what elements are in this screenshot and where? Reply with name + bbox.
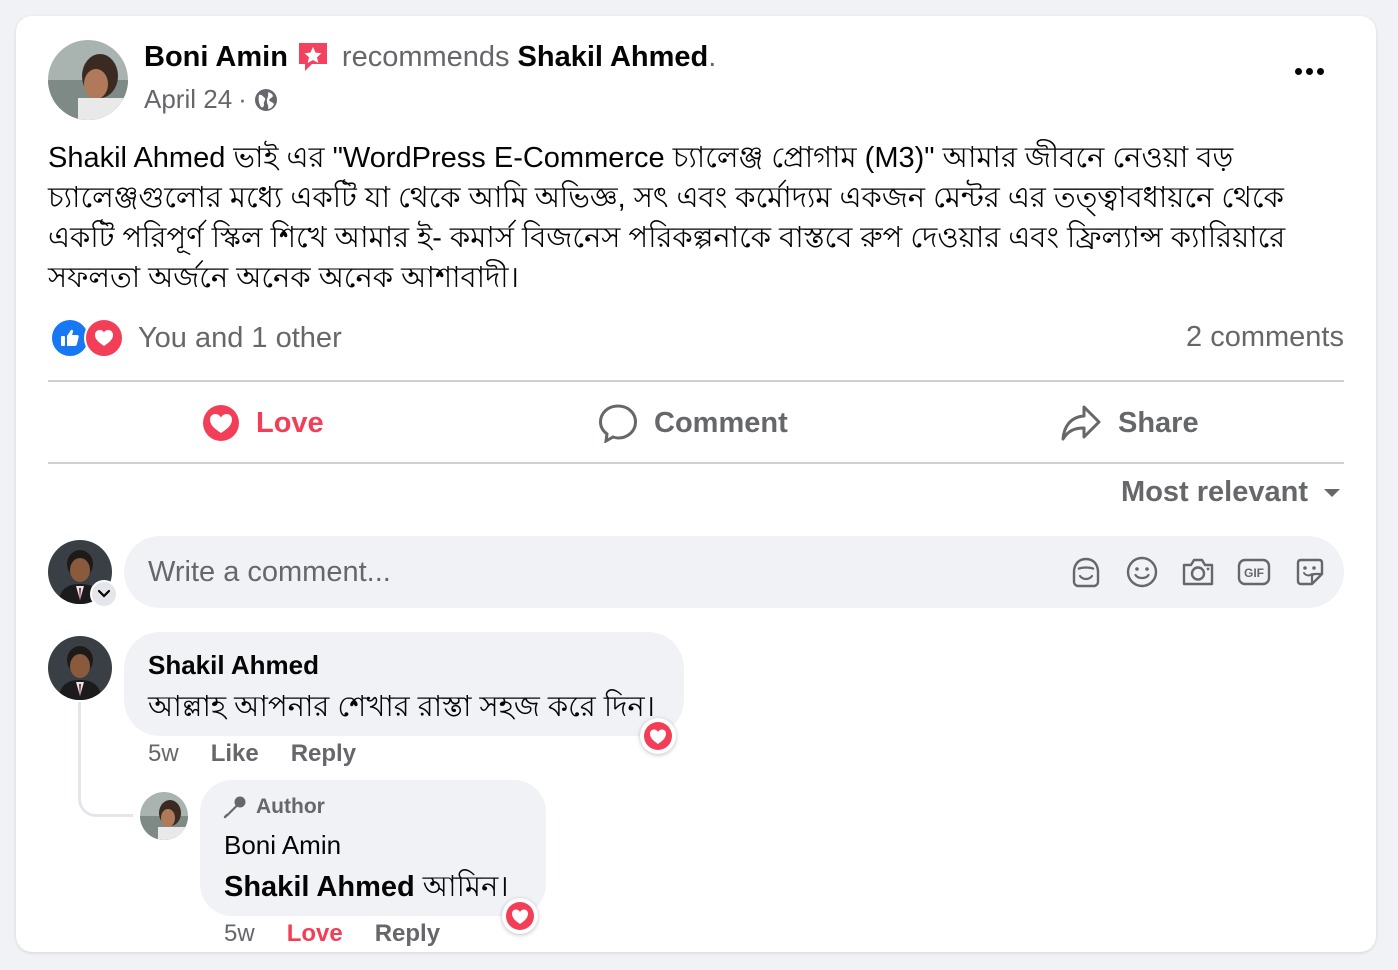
author-name[interactable]: Boni Amin [144,41,288,74]
date-separator: · [238,84,247,114]
comment-author[interactable]: Shakil Ahmed [148,650,319,681]
love-reaction-icon [84,318,124,358]
love-icon [202,404,240,442]
reply-body: আমিন। [414,871,509,903]
gif-icon[interactable]: GIF [1236,552,1272,592]
microphone-icon [222,794,248,820]
reply-love-reaction[interactable] [502,898,538,934]
current-user-avatar[interactable] [48,540,118,608]
author-badge: Author [222,794,325,820]
author-avatar[interactable] [48,40,128,120]
comment-love-reaction[interactable] [640,718,676,754]
comment-like-button[interactable]: Like [211,740,259,768]
comment-text: আল্লাহ আপনার শেখার রাস্তা সহজ করে দিন। [148,691,656,723]
reply-love-button[interactable]: Love [287,920,343,948]
sticker-icon[interactable] [1292,552,1328,592]
reply-text: Shakil Ahmed আমিন। [224,864,509,913]
recommends-verb: recommends [341,40,510,73]
share-button[interactable]: Share [1060,401,1199,445]
camera-icon[interactable] [1180,552,1216,592]
comment-placeholder: Write a comment... [148,556,391,588]
post-body: Shakil Ahmed ভাই এর "WordPress E-Commerc… [48,142,1286,294]
reply-thread-line [78,702,133,817]
comment-label: Comment [654,406,788,439]
comment-icon [598,403,638,443]
reply-author-avatar[interactable] [140,792,188,840]
post-meta: April 24 · [144,84,279,115]
comment-meta: 5w Like Reply [148,740,356,768]
recommended-page[interactable]: Shakil Ahmed [518,41,709,74]
comment-sort-dropdown[interactable]: Most relevant [1121,476,1342,509]
love-button[interactable]: Love [202,401,324,445]
emoji-icon[interactable] [1124,552,1160,592]
commenter-avatar[interactable] [48,636,112,700]
avatar-sticker-icon[interactable] [1068,552,1104,592]
post-header: Boni Amin recommends Shakil Ahmed . [144,40,717,74]
author-badge-label: Author [256,795,325,818]
comment-reply-button[interactable]: Reply [291,740,356,768]
love-label: Love [256,406,324,439]
post-date[interactable]: April 24 [144,84,232,115]
reactions-summary[interactable]: You and 1 other [50,318,342,358]
globe-icon [253,87,279,113]
caret-down-icon [1322,487,1342,499]
share-label: Share [1118,406,1199,439]
reply-bubble: Author Boni Amin Shakil Ahmed আমিন। [200,780,546,916]
divider-top [48,380,1344,382]
share-icon [1060,403,1102,443]
reply-meta: 5w Love Reply [224,920,440,948]
recommend-star-icon [296,40,330,74]
comment-bubble: Shakil Ahmed আল্লাহ আপনার শেখার রাস্তা স… [124,632,684,736]
reactions-text: You and 1 other [138,321,342,354]
reply-mention[interactable]: Shakil Ahmed [224,871,415,903]
chevron-down-icon[interactable] [90,580,118,608]
reply-time[interactable]: 5w [224,920,255,948]
comment-time[interactable]: 5w [148,740,179,768]
post-card: Boni Amin recommends Shakil Ahmed . Apri… [16,16,1376,952]
reply-reply-button[interactable]: Reply [375,920,440,948]
reply-author[interactable]: Boni Amin [224,830,341,861]
sort-label: Most relevant [1121,476,1308,508]
svg-text:GIF: GIF [1244,566,1264,580]
divider-bottom [48,462,1344,464]
more-options-button[interactable] [1295,68,1324,75]
comment-button[interactable]: Comment [598,401,788,445]
comment-input[interactable]: Write a comment... GIF [124,536,1344,608]
comments-count[interactable]: 2 comments [1186,321,1344,354]
